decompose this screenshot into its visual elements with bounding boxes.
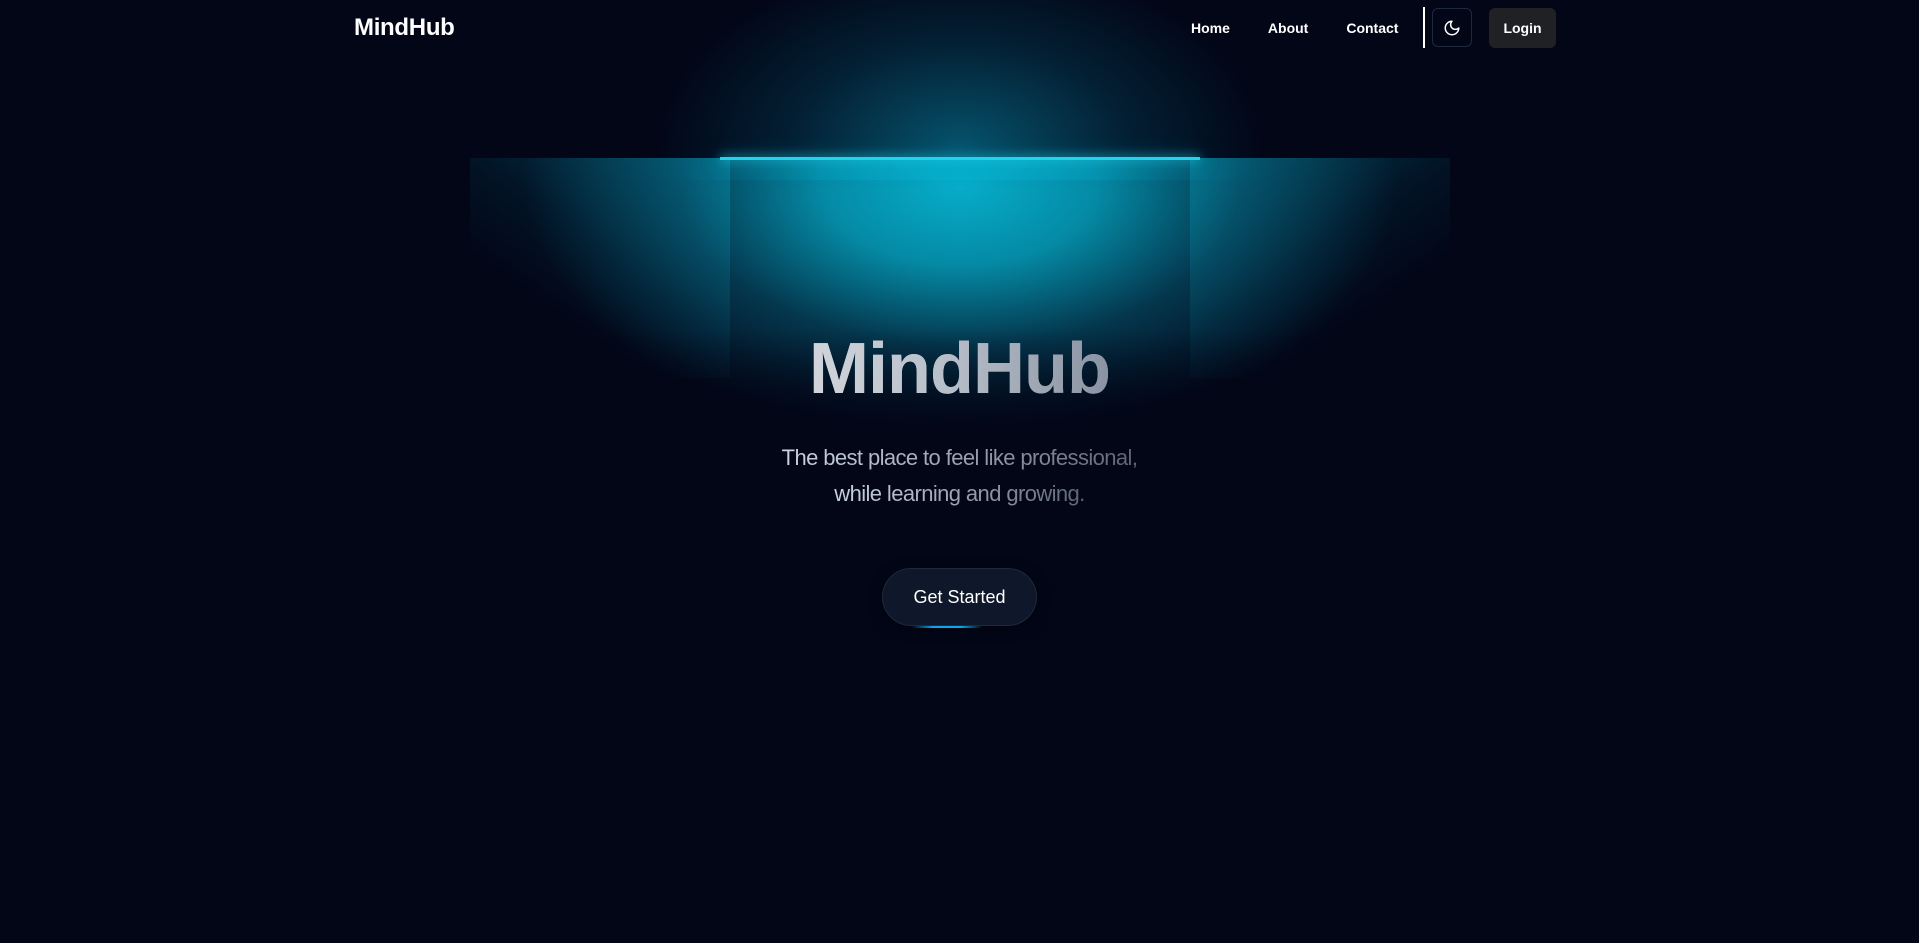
nav-divider [1423,7,1425,48]
brand-logo[interactable]: MindHub [354,14,455,42]
nav-link-home[interactable]: Home [1172,8,1249,48]
theme-toggle-button[interactable] [1432,8,1472,47]
landing-page: MindHub Home About Contact Login MindHub… [0,0,1919,943]
hero-title-text: MindHub [809,326,1111,412]
nav-links: Home About Contact [1172,8,1417,48]
moon-icon [1444,20,1460,35]
get-started-underline [912,626,982,628]
hero-subtitle-line-2: while learning and growing. [834,481,1085,506]
nav-link-contact[interactable]: Contact [1327,8,1417,48]
lamp-line [720,157,1200,160]
hero-title: MindHub [0,326,1919,412]
navbar: MindHub Home About Contact Login [0,0,1919,56]
login-button[interactable]: Login [1489,8,1556,48]
hero-subtitle-line-1: The best place to feel like professional… [781,445,1138,470]
nav-link-about[interactable]: About [1249,8,1327,48]
hero-subtitle: The best place to feel like professional… [0,440,1919,512]
get-started-button[interactable]: Get Started [882,568,1037,626]
